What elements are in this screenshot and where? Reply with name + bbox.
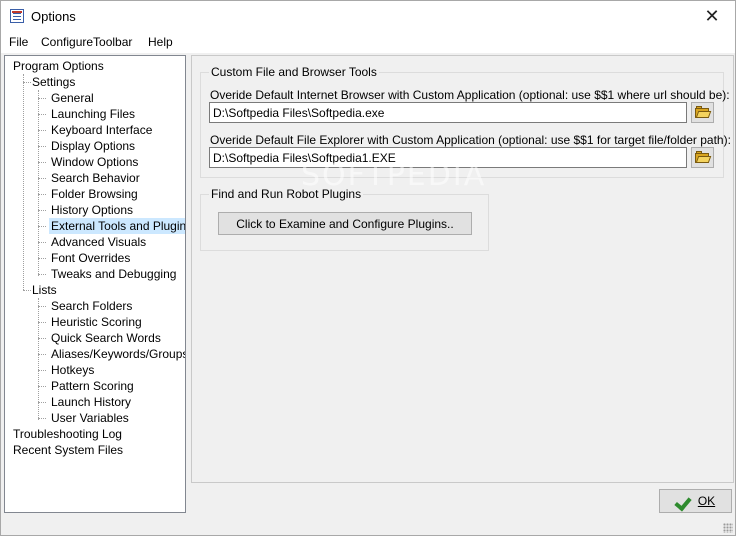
browser-override-label: Overide Default Internet Browser with Cu… (210, 88, 730, 102)
tree-item-lists[interactable]: Lists (30, 282, 59, 298)
tree-item-hotkeys[interactable]: Hotkeys (49, 362, 96, 378)
tree-item-external-tools-and-plugins[interactable]: External Tools and Plugins (49, 218, 185, 234)
tree-item-recent-system-files[interactable]: Recent System Files (11, 442, 125, 458)
custom-tools-group-title: Custom File and Browser Tools (209, 65, 379, 79)
tree-item-advanced-visuals[interactable]: Advanced Visuals (49, 234, 148, 250)
title-bar: Options ✕ (1, 1, 735, 31)
menu-file[interactable]: File (9, 35, 28, 49)
close-button[interactable]: ✕ (689, 1, 735, 31)
tree-item-window-options[interactable]: Window Options (49, 154, 140, 170)
tree-item-launching-files[interactable]: Launching Files (49, 106, 137, 122)
tree-item-tweaks-and-debugging[interactable]: Tweaks and Debugging (49, 266, 178, 282)
menu-help[interactable]: Help (148, 35, 173, 49)
plugins-group: Find and Run Robot Plugins Click to Exam… (200, 187, 489, 251)
options-tree[interactable]: Program Options Settings General Launchi… (4, 55, 186, 513)
tree-item-folder-browsing[interactable]: Folder Browsing (49, 186, 140, 202)
tree-item-quick-search-words[interactable]: Quick Search Words (49, 330, 163, 346)
tree-item-search-folders[interactable]: Search Folders (49, 298, 134, 314)
browse-explorer-button[interactable] (691, 147, 714, 168)
tree-item-search-behavior[interactable]: Search Behavior (49, 170, 142, 186)
tree-item-history-options[interactable]: History Options (49, 202, 135, 218)
tree-connector (23, 74, 24, 290)
tree-item-launch-history[interactable]: Launch History (49, 394, 133, 410)
tree-item-troubleshooting-log[interactable]: Troubleshooting Log (11, 426, 124, 442)
tree-item-aliases-keywords-groups[interactable]: Aliases/Keywords/Groups (49, 346, 185, 362)
checkmark-icon (676, 494, 692, 508)
ok-button[interactable]: OK (659, 489, 732, 513)
tree-item-program-options[interactable]: Program Options (11, 58, 106, 74)
resize-grip-icon[interactable] (723, 523, 733, 533)
tree-item-pattern-scoring[interactable]: Pattern Scoring (49, 378, 136, 394)
menu-bar: File ConfigureToolbar Help (1, 31, 735, 53)
custom-tools-group: Custom File and Browser Tools Overide De… (200, 65, 731, 178)
menu-configure-toolbar[interactable]: ConfigureToolbar (41, 35, 132, 49)
open-folder-icon (695, 106, 712, 118)
settings-panel: Custom File and Browser Tools Overide De… (191, 55, 734, 483)
open-folder-icon (695, 151, 712, 163)
explorer-path-input[interactable] (209, 147, 687, 168)
browse-browser-button[interactable] (691, 102, 714, 123)
tree-item-heuristic-scoring[interactable]: Heuristic Scoring (49, 314, 144, 330)
tree-item-user-variables[interactable]: User Variables (49, 410, 131, 426)
configure-plugins-button[interactable]: Click to Examine and Configure Plugins.. (218, 212, 472, 235)
options-window: Options ✕ File ConfigureToolbar Help Pro… (0, 0, 736, 536)
tree-item-display-options[interactable]: Display Options (49, 138, 137, 154)
browser-path-input[interactable] (209, 102, 687, 123)
app-checklist-icon (10, 9, 24, 23)
tree-item-font-overrides[interactable]: Font Overrides (49, 250, 132, 266)
tree-item-settings[interactable]: Settings (30, 74, 77, 90)
window-title: Options (31, 9, 76, 24)
explorer-override-label: Overide Default File Explorer with Custo… (210, 133, 731, 147)
ok-button-label: OK (697, 494, 716, 508)
tree-item-general[interactable]: General (49, 90, 96, 106)
tree-connector (38, 90, 39, 276)
tree-item-keyboard-interface[interactable]: Keyboard Interface (49, 122, 154, 138)
plugins-group-title: Find and Run Robot Plugins (209, 187, 364, 201)
